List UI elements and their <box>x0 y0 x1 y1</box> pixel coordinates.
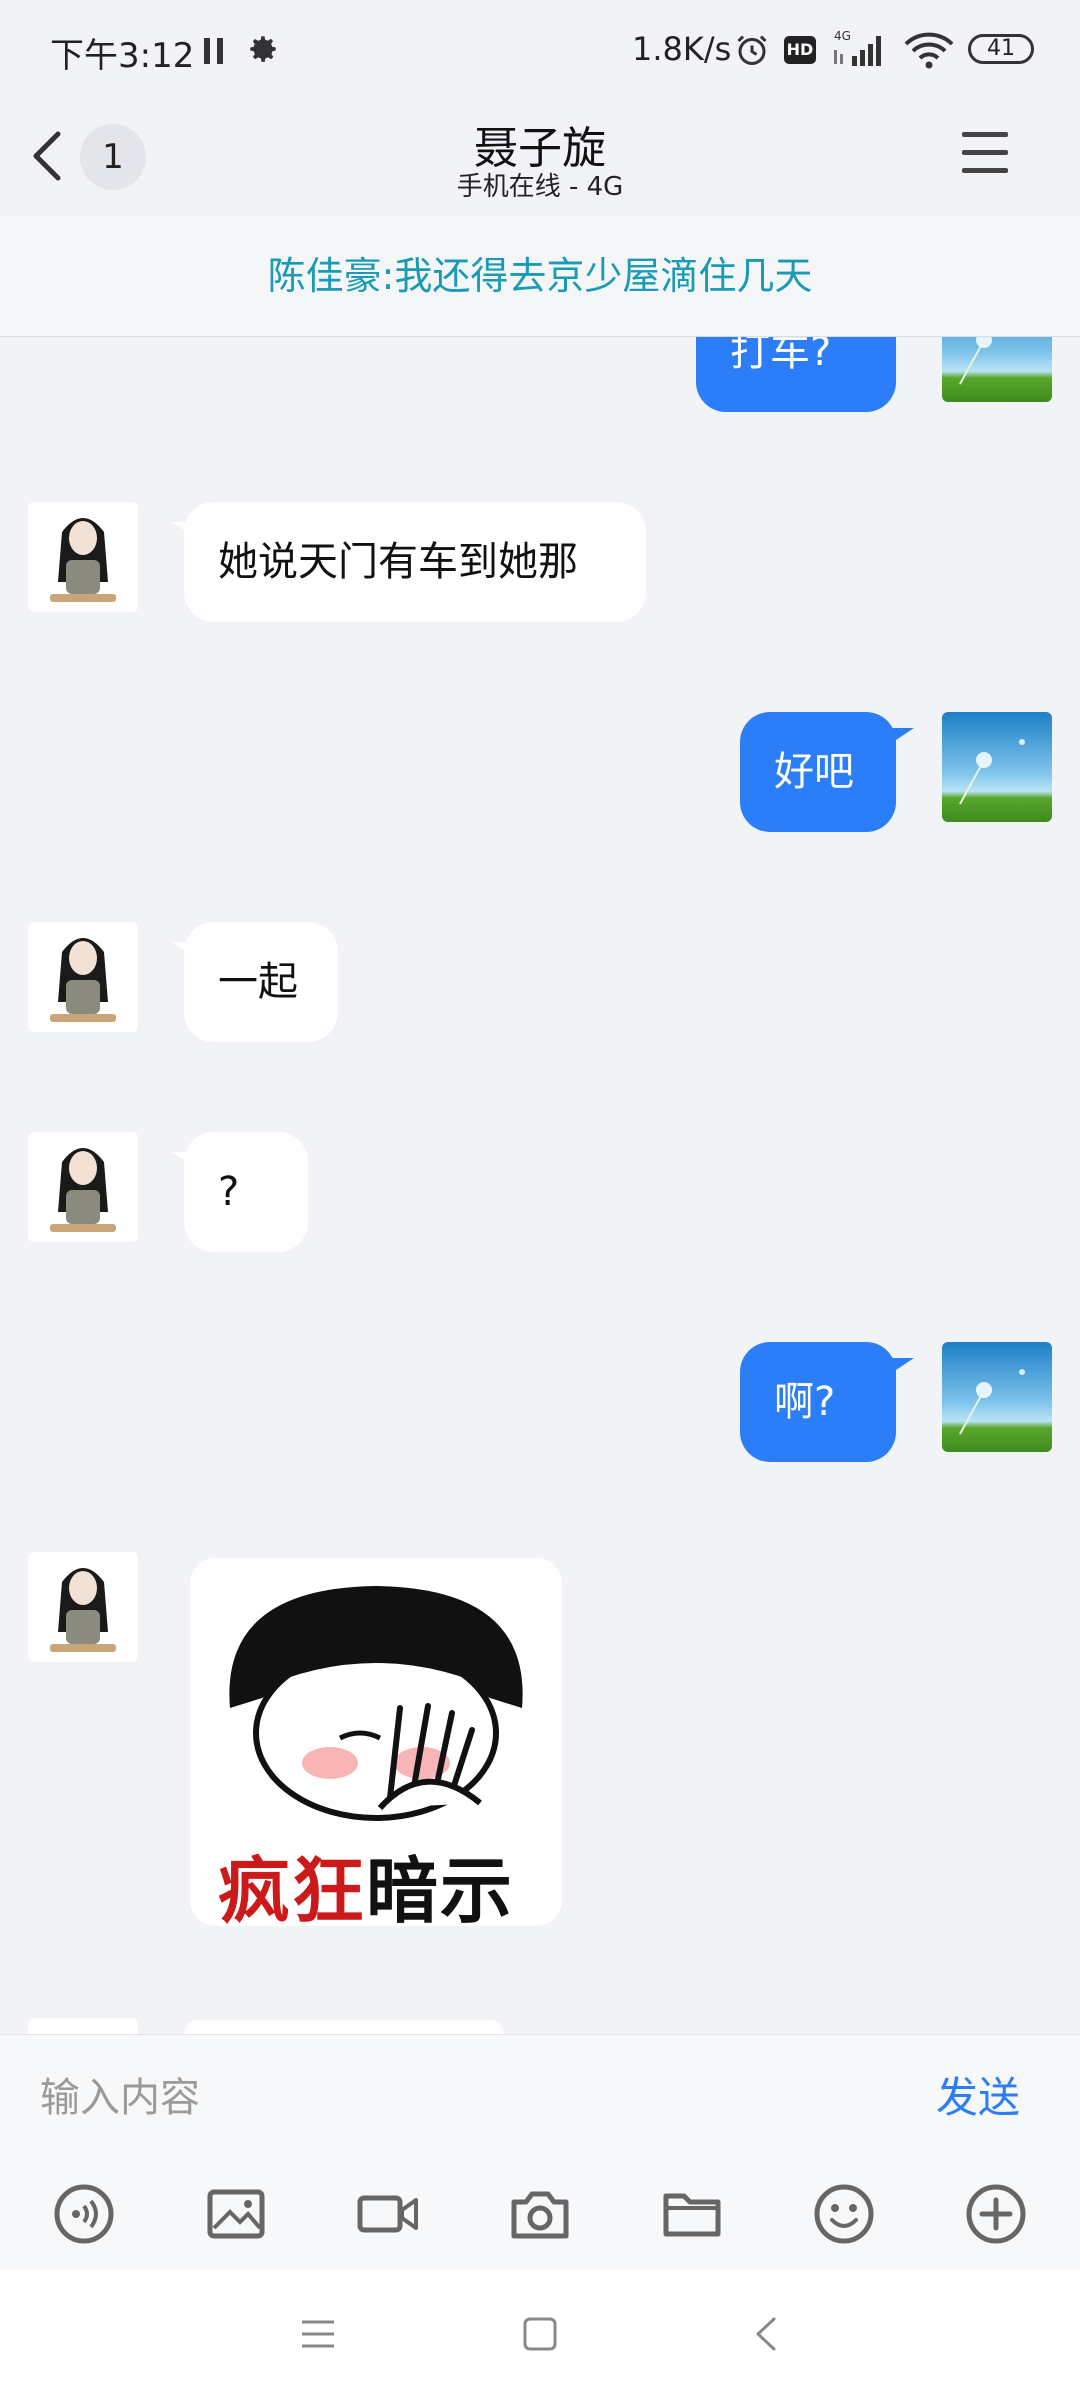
message-bubble-sent[interactable]: 啊? <box>740 1342 896 1462</box>
girl-figure-image <box>50 1148 116 1232</box>
pinned-message-banner[interactable]: 陈佳豪:我还得去京少屋滴住几天 <box>0 216 1080 337</box>
wifi-icon <box>904 32 954 69</box>
emoji-icon[interactable] <box>812 2182 876 2246</box>
girl-figure-image <box>50 518 116 602</box>
sticker-caption-black: 暗示 <box>366 1849 515 1926</box>
pause-icon <box>204 38 224 64</box>
alarm-icon <box>737 35 767 65</box>
sticker-message[interactable]: 疯狂暗示 <box>190 1558 562 1926</box>
menu-icon[interactable] <box>962 132 1008 174</box>
network-speed: 1.8K/s <box>632 30 732 68</box>
dandelion-image <box>959 1369 1025 1435</box>
home-icon[interactable] <box>522 2316 558 2352</box>
contact-avatar[interactable] <box>28 922 138 1032</box>
girl-figure-image <box>50 938 116 1022</box>
online-status: 手机在线 - 4G <box>456 172 624 202</box>
back-nav-icon[interactable] <box>752 2316 780 2352</box>
image-icon[interactable] <box>204 2182 268 2246</box>
message-input[interactable]: 输入内容 <box>40 2060 900 2136</box>
contact-avatar[interactable] <box>28 1132 138 1242</box>
status-time: 下午3:12 <box>50 36 195 76</box>
girl-figure-image <box>50 1568 116 1652</box>
hd-icon: HD <box>784 36 816 64</box>
svg-text:4G: 4G <box>834 29 851 43</box>
folder-icon[interactable] <box>660 2182 724 2246</box>
gear-icon <box>250 36 276 62</box>
my-avatar[interactable] <box>942 1342 1052 1452</box>
my-avatar[interactable] <box>942 712 1052 822</box>
contact-avatar[interactable] <box>28 2018 138 2034</box>
blushing-face-sticker-image <box>229 1586 523 1821</box>
message-bubble-received[interactable]: ? <box>184 1132 308 1252</box>
contact-avatar[interactable] <box>28 502 138 612</box>
battery-icon: 41 <box>968 34 1034 64</box>
sticker-caption-red: 疯狂 <box>218 1849 367 1926</box>
signal-icon: 4G <box>834 29 881 66</box>
plus-icon[interactable] <box>964 2182 1028 2246</box>
message-bubble-received[interactable]: 她说天门有车到她那 <box>184 502 646 622</box>
dandelion-image <box>959 739 1025 805</box>
contact-avatar[interactable] <box>28 1552 138 1662</box>
message-bubble-received[interactable] <box>184 2020 504 2034</box>
unread-count-badge[interactable]: 1 <box>80 124 146 190</box>
message-bubble-received[interactable]: 一起 <box>184 922 338 1042</box>
back-arrow-icon[interactable] <box>28 128 68 184</box>
recent-apps-icon[interactable] <box>300 2316 336 2352</box>
send-button[interactable]: 发送 <box>936 2060 1046 2136</box>
sticker-caption: 疯狂暗示 <box>218 1832 514 1926</box>
message-bubble-sent[interactable]: 好吧 <box>740 712 896 832</box>
voice-icon[interactable] <box>52 2182 116 2246</box>
video-icon[interactable] <box>356 2182 420 2246</box>
camera-icon[interactable] <box>508 2182 572 2246</box>
